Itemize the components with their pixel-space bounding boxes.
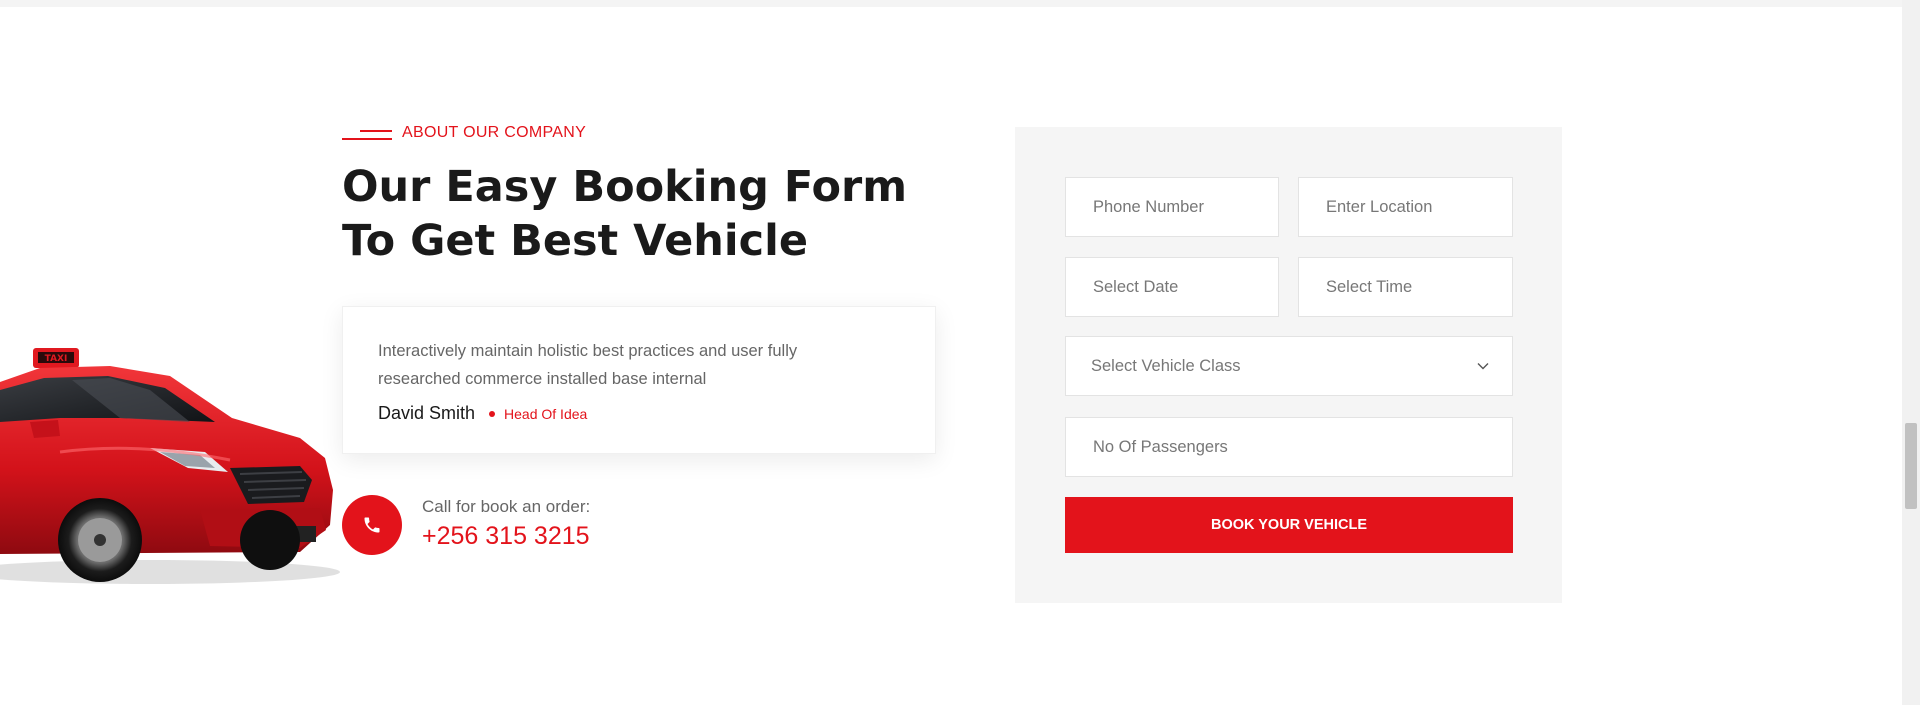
time-input[interactable] — [1324, 276, 1512, 298]
phone-icon — [364, 517, 380, 533]
section-heading: Our Easy Booking Form To Get Best Vehicl… — [342, 160, 942, 268]
author-role: Head Of Idea — [504, 405, 588, 422]
phone-call-button[interactable] — [342, 495, 402, 555]
previous-section-edge — [0, 0, 1902, 7]
date-input[interactable] — [1091, 276, 1278, 298]
location-input[interactable] — [1324, 196, 1512, 218]
author-separator-dot — [489, 410, 496, 417]
red-taxi-car-image: TAXI — [0, 348, 340, 584]
book-vehicle-button[interactable]: BOOK YOUR VEHICLE — [1065, 497, 1513, 553]
eyebrow-text: ABOUT OUR COMPANY — [402, 124, 587, 141]
call-label: Call for book an order: — [422, 497, 591, 516]
vehicle-class-value: Select Vehicle Class — [1091, 356, 1241, 375]
testimonial-card: Interactively maintain holistic best pra… — [342, 306, 936, 454]
chevron-down-icon — [1477, 363, 1489, 370]
call-phone-number[interactable]: +256 315 3215 — [422, 519, 590, 553]
heading-line-2: To Get Best Vehicle — [342, 216, 809, 266]
vehicle-class-select[interactable]: Select Vehicle Class — [1065, 336, 1513, 396]
phone-number-field[interactable] — [1065, 177, 1279, 237]
testimonial-author: David Smith Head Of Idea — [378, 403, 587, 424]
page-scrollbar[interactable] — [1902, 0, 1920, 705]
section-eyebrow: ABOUT OUR COMPANY — [342, 124, 586, 142]
call-to-order: Call for book an order: +256 315 3215 — [342, 495, 590, 555]
phone-number-input[interactable] — [1091, 196, 1278, 218]
date-field[interactable] — [1065, 257, 1279, 317]
passengers-field[interactable] — [1065, 417, 1513, 477]
location-field[interactable] — [1298, 177, 1513, 237]
testimonial-text: Interactively maintain holistic best pra… — [378, 342, 798, 388]
booking-form-panel: Select Vehicle Class BOOK YOUR VEHICLE — [1015, 127, 1562, 603]
scrollbar-thumb[interactable] — [1905, 423, 1917, 509]
time-field[interactable] — [1298, 257, 1513, 317]
author-name: David Smith — [378, 403, 476, 423]
eyebrow-line-decoration — [342, 126, 392, 140]
passengers-input[interactable] — [1091, 436, 1512, 458]
heading-line-1: Our Easy Booking Form — [342, 162, 908, 212]
taxi-sign-text: TAXI — [45, 354, 68, 364]
